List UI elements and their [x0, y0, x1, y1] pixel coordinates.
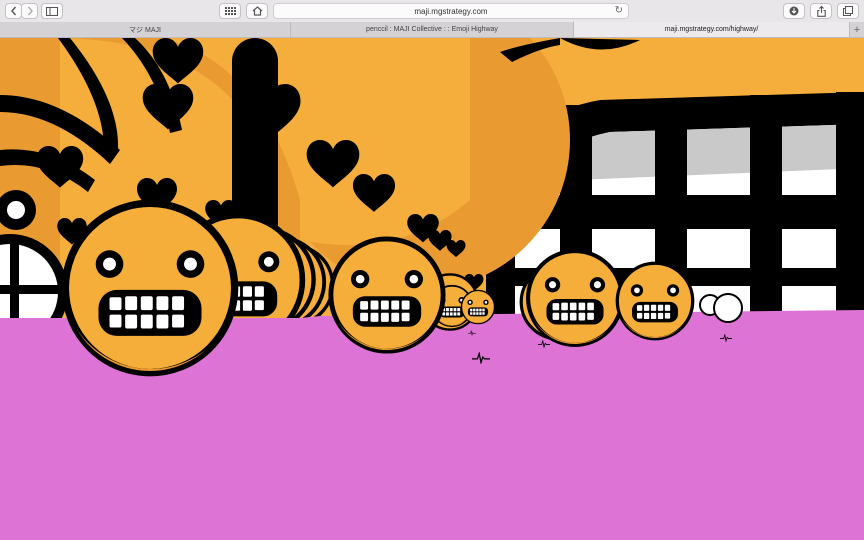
sidebar-icon — [46, 6, 58, 16]
share-icon — [816, 5, 826, 17]
home-button[interactable] — [246, 3, 268, 19]
emoji-grimace-large — [65, 203, 234, 372]
browser-toolbar: maji.mgstrategy.com ↻ — [0, 0, 864, 23]
back-button[interactable] — [5, 3, 22, 19]
tabs-icon — [843, 6, 853, 16]
show-tabs-button[interactable] — [837, 3, 859, 19]
tab-penccil[interactable]: penccil : MAJI Collective : : Emoji High… — [291, 22, 574, 37]
reload-icon[interactable]: ↻ — [615, 5, 623, 16]
emoji-grimace-tiny — [460, 289, 496, 325]
address-bar[interactable]: maji.mgstrategy.com ↻ — [273, 3, 629, 19]
grid-icon — [224, 7, 236, 15]
highway-scene — [0, 38, 864, 540]
chevron-left-icon — [10, 6, 16, 16]
downloads-button[interactable] — [783, 3, 805, 19]
share-button[interactable] — [810, 3, 832, 19]
emoji-grimace-medium — [331, 239, 443, 351]
new-tab-button[interactable]: + — [849, 22, 864, 37]
tab-label: maji.mgstrategy.com/highway/ — [664, 26, 759, 33]
emoji-highway-canvas[interactable] — [0, 38, 864, 540]
download-icon — [789, 6, 799, 16]
tab-bar: マジ MAJI penccil : MAJI Collective : : Em… — [0, 22, 864, 38]
home-icon — [252, 6, 262, 16]
forward-button[interactable] — [21, 3, 38, 19]
top-sites-button[interactable] — [219, 3, 241, 19]
emoji-grimace-far-right — [615, 261, 695, 341]
tab-label: penccil : MAJI Collective : : Emoji High… — [366, 26, 498, 33]
address-text: maji.mgstrategy.com — [414, 6, 488, 16]
sidebar-button[interactable] — [41, 3, 63, 19]
tab-label: マジ MAJI — [129, 26, 161, 34]
tab-maji[interactable]: マジ MAJI — [0, 22, 291, 37]
tab-highway[interactable]: maji.mgstrategy.com/highway/ — [574, 22, 850, 37]
emoji-grimace-right — [528, 251, 622, 345]
chevron-right-icon — [27, 6, 33, 16]
